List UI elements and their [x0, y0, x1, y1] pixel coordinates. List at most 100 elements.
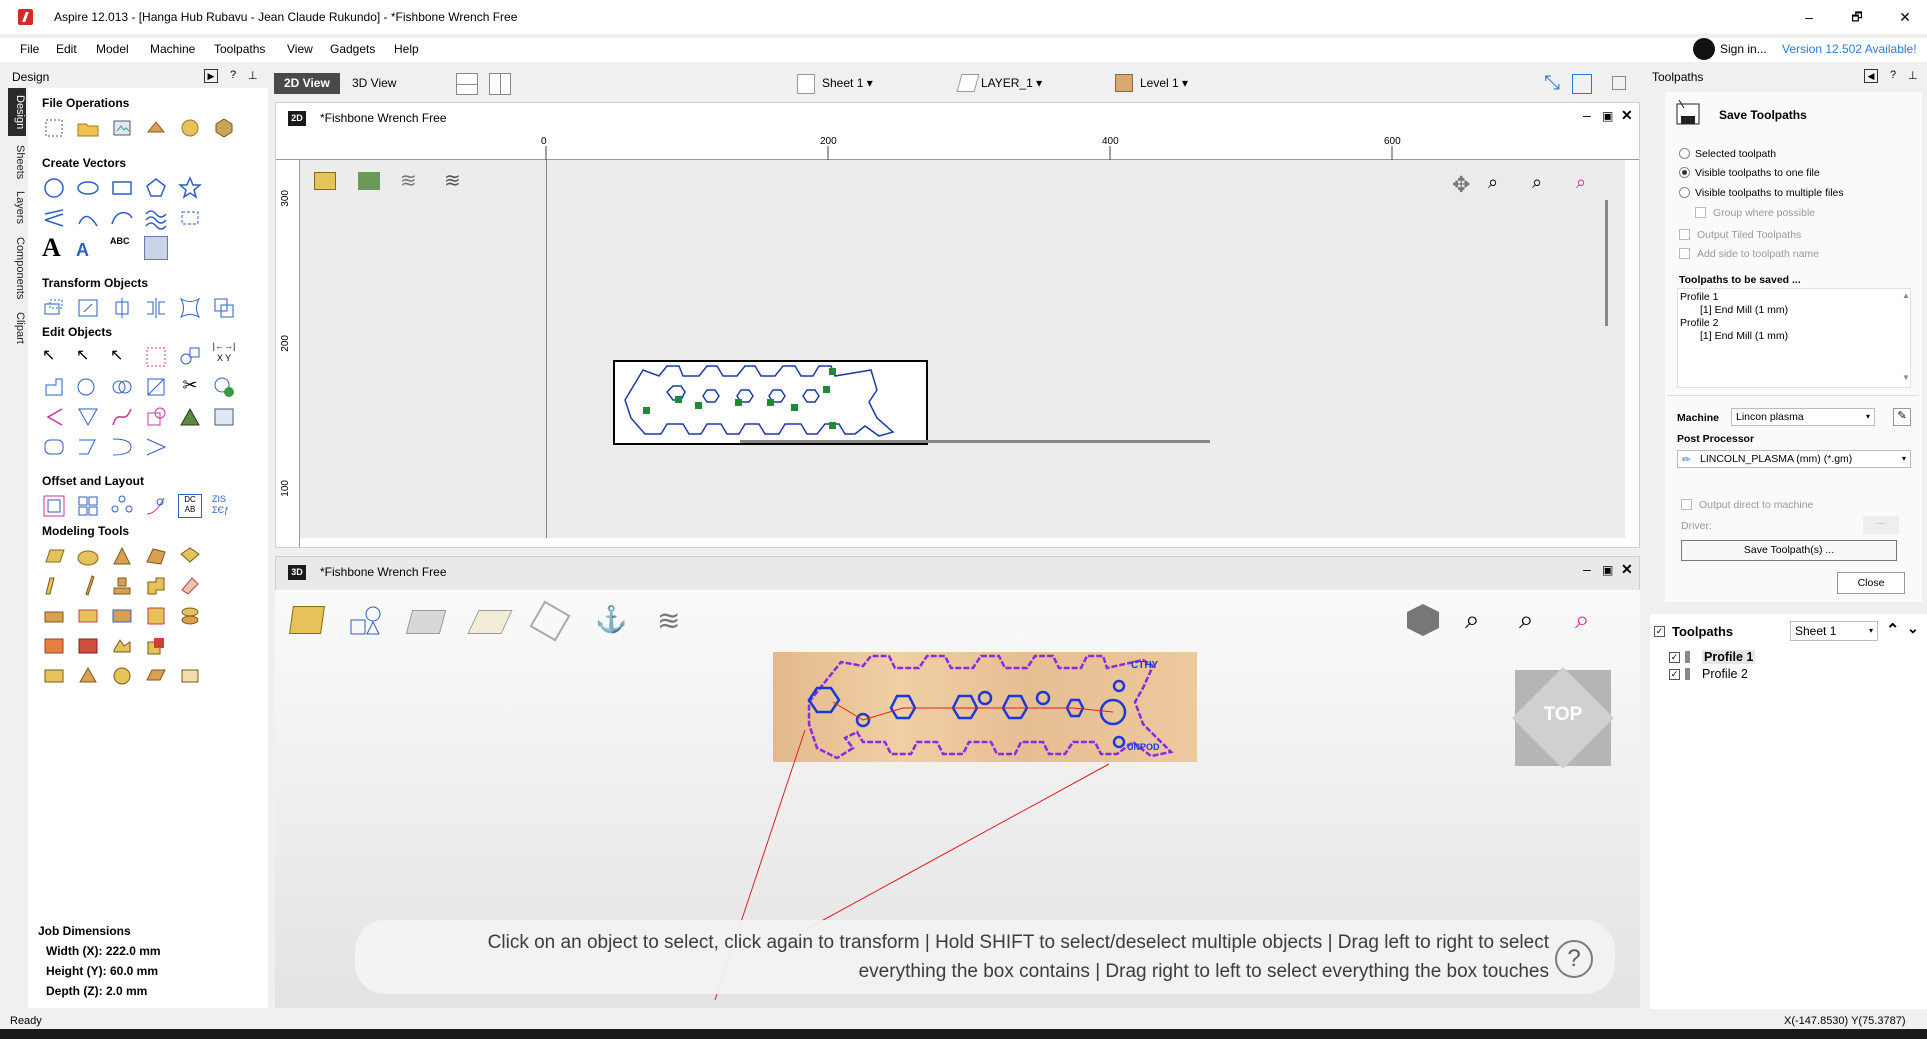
distort-icon[interactable] — [178, 296, 202, 320]
toolpaths-sheet-select[interactable]: Sheet 1 ▾ — [1790, 621, 1878, 641]
move-up-icon[interactable]: ⌃ — [1886, 620, 1899, 640]
fillet-icon[interactable] — [42, 405, 66, 429]
extrude-weave-icon[interactable] — [144, 544, 168, 568]
import-vectors-icon[interactable] — [110, 116, 134, 140]
toolpath-item-profile-1[interactable]: Profile 1 — [1702, 650, 1756, 664]
import-3d-model-icon[interactable] — [212, 116, 236, 140]
import-component-icon[interactable] — [144, 116, 168, 140]
profile-1-checkbox[interactable]: ✓ — [1669, 652, 1680, 663]
set-size-icon[interactable] — [76, 296, 100, 320]
tilt-icon[interactable] — [110, 604, 134, 628]
draw-star-icon[interactable] — [177, 176, 203, 200]
pin-icon[interactable]: ⊥ — [248, 69, 258, 82]
tab-components[interactable]: Components — [8, 232, 26, 304]
layout-vertical-icon[interactable] — [489, 73, 511, 95]
toolpath-preview-icon[interactable]: ≋ — [400, 168, 417, 193]
tab-design[interactable]: Design — [8, 88, 26, 136]
draw-polyline-icon[interactable] — [42, 206, 66, 230]
list-scroll-down[interactable]: ▼ — [1902, 373, 1910, 382]
stamp-icon[interactable] — [110, 574, 134, 598]
group-checkbox[interactable] — [1695, 207, 1706, 218]
to-be-saved-list[interactable]: Profile 1 [1] End Mill (1 mm) Profile 2 … — [1677, 288, 1911, 388]
extend-vector-icon[interactable] — [144, 405, 168, 429]
close-panel-button[interactable]: Close — [1837, 572, 1905, 594]
move-object-icon[interactable] — [42, 296, 66, 320]
text-on-curve-icon[interactable]: A — [76, 236, 100, 260]
create-component-icon[interactable] — [178, 664, 202, 688]
export-relief-icon[interactable] — [76, 664, 100, 688]
toolpaths-collapse-icon[interactable]: ◀ — [1864, 69, 1878, 83]
snap-grid-icon[interactable] — [1612, 76, 1626, 90]
nesting-icon[interactable]: DC AB — [178, 494, 202, 518]
profile-2-checkbox[interactable]: ✓ — [1669, 669, 1680, 680]
menu-toolpaths[interactable]: Toolpaths — [214, 42, 265, 56]
copy-along-vector-icon[interactable] — [144, 494, 168, 518]
radio-visible-one-file[interactable] — [1679, 167, 1690, 178]
help-icon[interactable]: ? — [230, 69, 236, 81]
weld-icon[interactable] — [42, 375, 66, 399]
menu-view[interactable]: View — [287, 42, 313, 56]
open-file-icon[interactable] — [76, 116, 100, 140]
bezier-join-icon[interactable] — [110, 435, 134, 459]
view-3d-maximize[interactable]: ▣ — [1602, 563, 1613, 577]
panel-collapse-icon[interactable]: ▶ — [204, 69, 218, 83]
radio-selected-toolpath[interactable] — [1679, 148, 1690, 159]
tab-layers[interactable]: Layers — [8, 188, 26, 228]
save-toolpaths-button[interactable]: Save Toolpath(s) ... — [1681, 540, 1897, 561]
tiled-checkbox[interactable] — [1679, 229, 1690, 240]
offset-vectors-icon[interactable] — [42, 494, 66, 518]
view-3d-minimize[interactable]: – — [1583, 561, 1591, 577]
view-2d-close[interactable]: ✕ — [1621, 107, 1633, 124]
draw-text-icon[interactable]: A — [42, 235, 66, 261]
rounded-rect-icon[interactable] — [42, 435, 66, 459]
subtract-icon[interactable] — [76, 375, 100, 399]
view-cube[interactable]: TOP — [1512, 667, 1614, 769]
machine-select[interactable]: Lincon plasma ▾ — [1731, 408, 1875, 426]
menu-help[interactable]: Help — [394, 42, 419, 56]
menu-edit[interactable]: Edit — [56, 42, 77, 56]
tab-clipart[interactable]: Clipart — [8, 308, 26, 348]
zoom-extents-icon[interactable]: ⌕ — [1532, 172, 1542, 193]
distort-model-icon[interactable] — [144, 604, 168, 628]
menu-model[interactable]: Model — [96, 42, 129, 56]
align-objects-icon[interactable] — [110, 296, 134, 320]
text-arc-icon[interactable]: ABC — [110, 232, 134, 256]
close-vectors-icon[interactable] — [212, 375, 236, 399]
fade-icon[interactable] — [144, 574, 168, 598]
array-copy-icon[interactable] — [76, 494, 100, 518]
radio-visible-multiple-files[interactable] — [1679, 187, 1690, 198]
maximize-button[interactable]: 🗗 — [1846, 6, 1868, 28]
view-2d-minimize[interactable]: – — [1583, 107, 1591, 123]
trace-bitmap-icon[interactable] — [144, 236, 168, 260]
export-3d-icon[interactable] — [110, 664, 134, 688]
transform-mode-icon[interactable] — [144, 345, 168, 369]
model-boundary-icon[interactable] — [42, 634, 66, 658]
tab-sheets[interactable]: Sheets — [8, 140, 26, 184]
trim-icon[interactable] — [144, 375, 168, 399]
circular-array-icon[interactable] — [110, 494, 134, 518]
join-open-vectors-icon[interactable] — [144, 435, 168, 459]
draw-polygon-icon[interactable] — [144, 176, 168, 200]
spin-icon[interactable] — [178, 544, 202, 568]
draw-ellipse-icon[interactable] — [76, 176, 100, 200]
scissors-icon[interactable]: ✂ — [178, 375, 202, 399]
version-available-link[interactable]: Version 12.502 Available! — [1782, 42, 1917, 56]
toolpath-list-icon[interactable]: ≋ — [444, 168, 461, 193]
toolpaths-visible-checkbox[interactable]: ✓ — [1654, 626, 1665, 637]
two-rail-sweep-icon[interactable] — [110, 544, 134, 568]
export-stl-icon[interactable] — [42, 664, 66, 688]
layout-horizontal-icon[interactable] — [456, 73, 478, 95]
slice-icon[interactable] — [178, 604, 202, 628]
intersect-icon[interactable] — [110, 375, 134, 399]
sign-in-link[interactable]: Sign in... — [1720, 42, 1767, 56]
toolpath-item-profile-2[interactable]: Profile 2 — [1702, 667, 1748, 681]
menu-gadgets[interactable]: Gadgets — [330, 42, 375, 56]
menu-machine[interactable]: Machine — [150, 42, 195, 56]
minimize-button[interactable]: – — [1798, 6, 1820, 28]
group-icon[interactable] — [178, 345, 202, 369]
offset-line-icon[interactable] — [76, 435, 100, 459]
vertical-scrollbar-2d[interactable] — [1605, 200, 1608, 326]
mirror-icon[interactable] — [144, 296, 168, 320]
material-setup-icon[interactable] — [314, 172, 336, 190]
draw-circle-icon[interactable] — [42, 176, 66, 200]
